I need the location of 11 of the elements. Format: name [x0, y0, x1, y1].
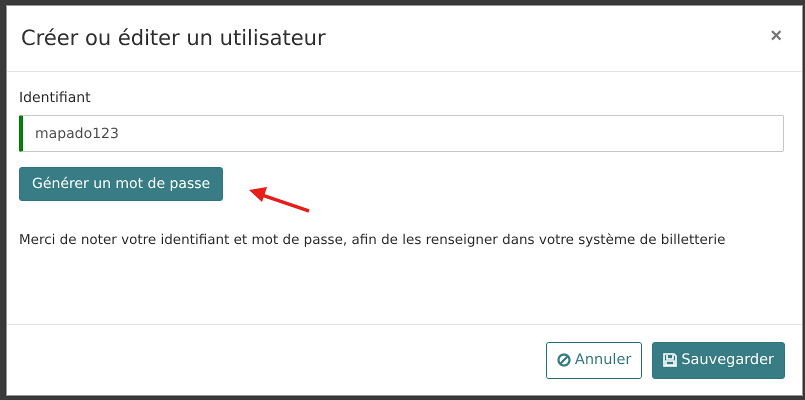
username-field[interactable]: mapado123: [19, 115, 784, 152]
save-button[interactable]: Sauvegarder: [652, 342, 785, 378]
generate-password-button[interactable]: Générer un mot de passe: [19, 167, 224, 201]
dialog-title: Créer ou éditer un utilisateur: [21, 26, 326, 50]
arrow-icon: [247, 186, 311, 214]
field-label: Identifiant: [19, 90, 91, 106]
ban-icon: [556, 353, 571, 367]
cancel-button[interactable]: Annuler: [546, 342, 642, 378]
floppy-icon: [663, 353, 678, 367]
note-text: Merci de noter votre identifiant et mot de passe, afin de les renseigner dans votre système de billetterie: [19, 231, 726, 250]
close-button[interactable]: ×: [770, 26, 782, 46]
